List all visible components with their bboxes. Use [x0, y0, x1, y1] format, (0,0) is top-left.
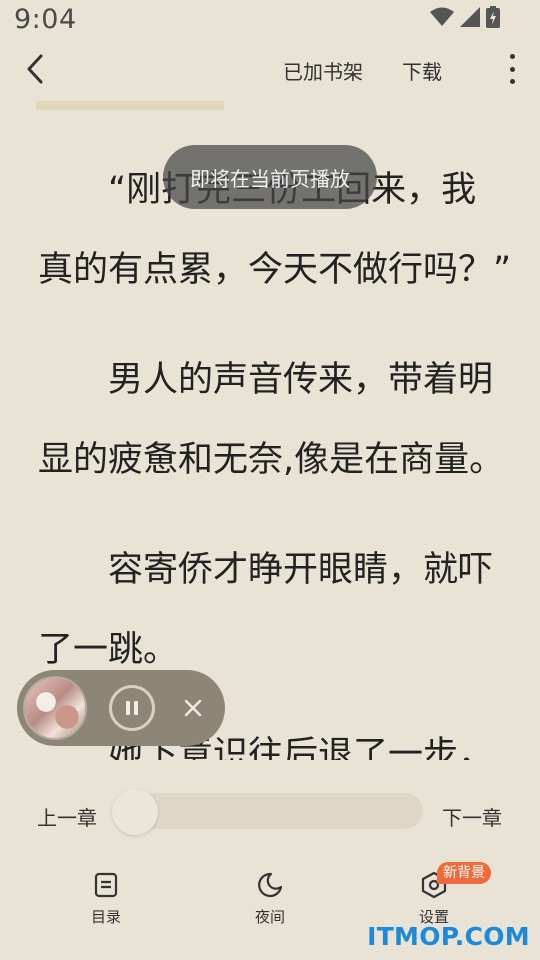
- slider-thumb[interactable]: [112, 789, 158, 835]
- close-icon: [184, 699, 202, 717]
- text-line: 男人的声音传来，带着明: [108, 360, 540, 400]
- reading-content[interactable]: “刚打完三份工回来，我 真的有点累，今天不做行吗？” 男人的声音传来，带着明 显…: [0, 0, 540, 760]
- catalog-label: 目录: [91, 906, 121, 927]
- chapter-progress-slider[interactable]: [112, 793, 423, 829]
- prev-chapter-button[interactable]: 上一章: [37, 802, 97, 831]
- reading-progress-strip: [36, 101, 224, 110]
- next-chapter-button[interactable]: 下一章: [442, 802, 502, 831]
- moon-icon: [257, 872, 283, 898]
- text-line: 了一跳。: [38, 630, 508, 670]
- night-mode-button[interactable]: 夜间: [225, 868, 315, 927]
- close-player-button[interactable]: [177, 692, 209, 724]
- chevron-left-icon: [26, 54, 44, 84]
- added-to-shelf-button[interactable]: 已加书架: [283, 56, 363, 85]
- text-line: 显的疲惫和无奈,像是在商量。: [38, 440, 508, 480]
- toast-text: 即将在当前页播放: [190, 163, 350, 192]
- toast: 即将在当前页播放: [163, 145, 377, 209]
- audio-cover-image[interactable]: [23, 676, 87, 740]
- back-button[interactable]: [18, 52, 52, 86]
- night-label: 夜间: [255, 906, 285, 927]
- text-line: 容寄侨才睁开眼睛，就吓: [108, 550, 540, 590]
- download-button[interactable]: 下载: [402, 56, 442, 85]
- watermark: ITMOP.COM: [367, 922, 530, 951]
- catalog-icon: [94, 872, 118, 898]
- audio-mini-player[interactable]: [17, 670, 225, 746]
- more-icon[interactable]: [502, 50, 522, 88]
- new-background-badge: 新背景: [437, 862, 491, 884]
- pause-button[interactable]: [109, 685, 155, 731]
- text-line: 真的有点累，今天不做行吗？”: [38, 250, 508, 290]
- catalog-button[interactable]: 目录: [61, 868, 151, 927]
